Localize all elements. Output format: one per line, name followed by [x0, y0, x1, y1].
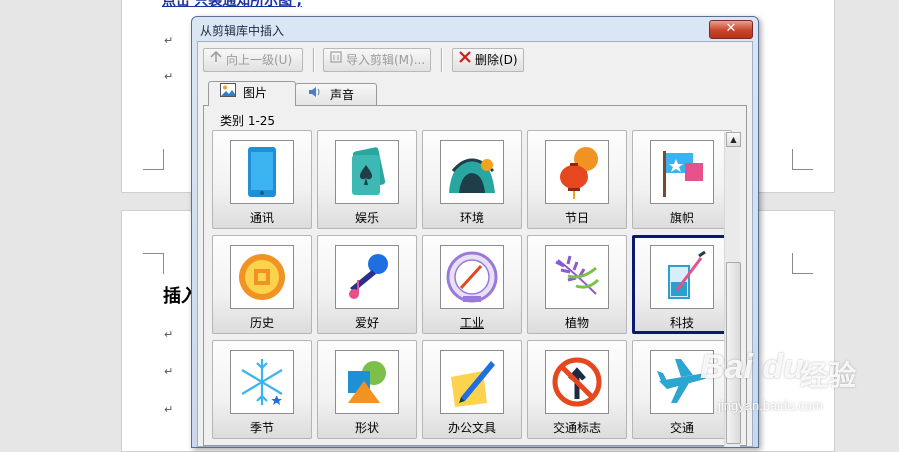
close-icon: ✕	[725, 21, 737, 36]
paragraph-mark: ↵	[164, 365, 174, 378]
gauge-icon	[440, 245, 504, 309]
category-label: 植物	[564, 316, 589, 330]
watermark-url: jingyan.baidu.com	[718, 398, 823, 413]
scroll-down-arrow[interactable]: ▼	[726, 447, 741, 448]
category-label: 旗帜	[669, 211, 694, 225]
up-folder-icon	[208, 49, 224, 71]
category-label: 工业	[459, 316, 484, 330]
speaker-icon	[306, 84, 324, 106]
phone-icon	[230, 140, 294, 204]
category-tile-2[interactable]: 娱乐	[317, 130, 417, 229]
import-clips-label: 导入剪辑(M)...	[346, 53, 426, 67]
up-one-level-button[interactable]: 向上一级(U)	[203, 48, 303, 72]
dialog-title: 从剪辑库中插入	[200, 24, 285, 38]
paragraph-mark: ↵	[164, 34, 174, 47]
dialog-client: 向上一级(U) 导入剪辑(M)... 删除(D) 图片 声音 类别 1-25 通…	[197, 41, 753, 447]
watermark-cn: 经验	[800, 359, 857, 392]
category-label: 爱好	[354, 316, 379, 330]
category-tile-1[interactable]: 通讯	[212, 130, 312, 229]
clip-gallery-dialog: 从剪辑库中插入 ✕ 向上一级(U) 导入剪辑(M)... 删除(D) 图片 声音…	[191, 16, 759, 448]
category-range: 类别 1-25	[220, 114, 276, 128]
category-label: 通讯	[249, 211, 274, 225]
tab-pictures[interactable]: 图片	[208, 81, 296, 106]
delete-button[interactable]: 删除(D)	[452, 48, 524, 72]
import-clips-button[interactable]: 导入剪辑(M)...	[323, 48, 431, 72]
category-tile-10[interactable]: 科技	[632, 235, 732, 334]
toolbar-separator	[441, 48, 443, 72]
watermark: Bai du 经验 jingyan.baidu.com	[700, 340, 899, 438]
category-label: 办公文具	[447, 421, 496, 435]
toolbar: 向上一级(U) 导入剪辑(M)... 删除(D)	[203, 48, 747, 72]
toolbar-separator	[313, 48, 315, 72]
clip-panel: 类别 1-25 通讯 娱乐 环境 节日 旗帜历史 爱好 工业 植物 科技季节 形状 办公文具 交通标志…	[203, 105, 747, 448]
up-one-level-label: 向上一级(U)	[226, 53, 293, 67]
coin-icon	[230, 245, 294, 309]
flag-icon	[650, 140, 714, 204]
category-tile-13[interactable]: 办公文具	[422, 340, 522, 439]
lantern-icon	[545, 140, 609, 204]
crop-mark	[792, 149, 813, 170]
category-tile-8[interactable]: 工业	[422, 235, 522, 334]
watermark-logo: Bai du	[700, 348, 804, 386]
document-link[interactable]: 点击'只装通知所示图',	[162, 0, 302, 10]
traffic-sign-icon	[545, 350, 609, 414]
category-tile-6[interactable]: 历史	[212, 235, 312, 334]
environment-icon	[440, 140, 504, 204]
category-tile-9[interactable]: 植物	[527, 235, 627, 334]
close-button[interactable]: ✕	[709, 20, 753, 39]
category-tile-7[interactable]: 爱好	[317, 235, 417, 334]
category-label: 节日	[564, 211, 589, 225]
category-label: 环境	[459, 211, 484, 225]
pen-paper-icon	[440, 350, 504, 414]
crop-mark	[143, 253, 164, 274]
category-tile-4[interactable]: 节日	[527, 130, 627, 229]
category-label: 形状	[354, 421, 379, 435]
crop-mark	[143, 149, 164, 170]
playing-card-icon	[335, 140, 399, 204]
paragraph-mark: ↵	[164, 328, 174, 341]
category-label: 季节	[249, 421, 274, 435]
tab-sounds[interactable]: 声音	[295, 83, 377, 106]
dialog-titlebar[interactable]: 从剪辑库中插入 ✕	[192, 17, 758, 41]
category-tile-12[interactable]: 形状	[317, 340, 417, 439]
category-label: 交通标志	[552, 421, 601, 435]
microphone-icon	[335, 245, 399, 309]
tab-sounds-label: 声音	[330, 88, 355, 102]
paragraph-mark: ↵	[164, 70, 174, 83]
category-grid: 通讯 娱乐 环境 节日 旗帜 历史 爱好 工业 植物 科技 季节 形状 办公文具 交通标志 交通	[212, 130, 738, 447]
beaker-icon	[650, 245, 714, 309]
tab-strip: 图片 声音	[203, 81, 747, 106]
paragraph-mark: ↵	[164, 403, 174, 416]
crop-mark	[792, 253, 813, 274]
category-label: 科技	[669, 316, 694, 330]
category-tile-5[interactable]: 旗帜	[632, 130, 732, 229]
snowflake-icon	[230, 350, 294, 414]
category-tile-11[interactable]: 季节	[212, 340, 312, 439]
tab-pictures-label: 图片	[243, 86, 268, 100]
category-label: 历史	[249, 316, 274, 330]
picture-icon	[219, 82, 237, 104]
category-label: 娱乐	[354, 211, 379, 225]
shapes-icon	[335, 350, 399, 414]
scroll-up-arrow[interactable]: ▲	[726, 132, 741, 147]
delete-label: 删除(D)	[475, 53, 518, 67]
delete-icon	[457, 49, 473, 71]
leaves-icon	[545, 245, 609, 309]
category-tile-14[interactable]: 交通标志	[527, 340, 627, 439]
category-tile-3[interactable]: 环境	[422, 130, 522, 229]
import-icon	[328, 49, 344, 71]
